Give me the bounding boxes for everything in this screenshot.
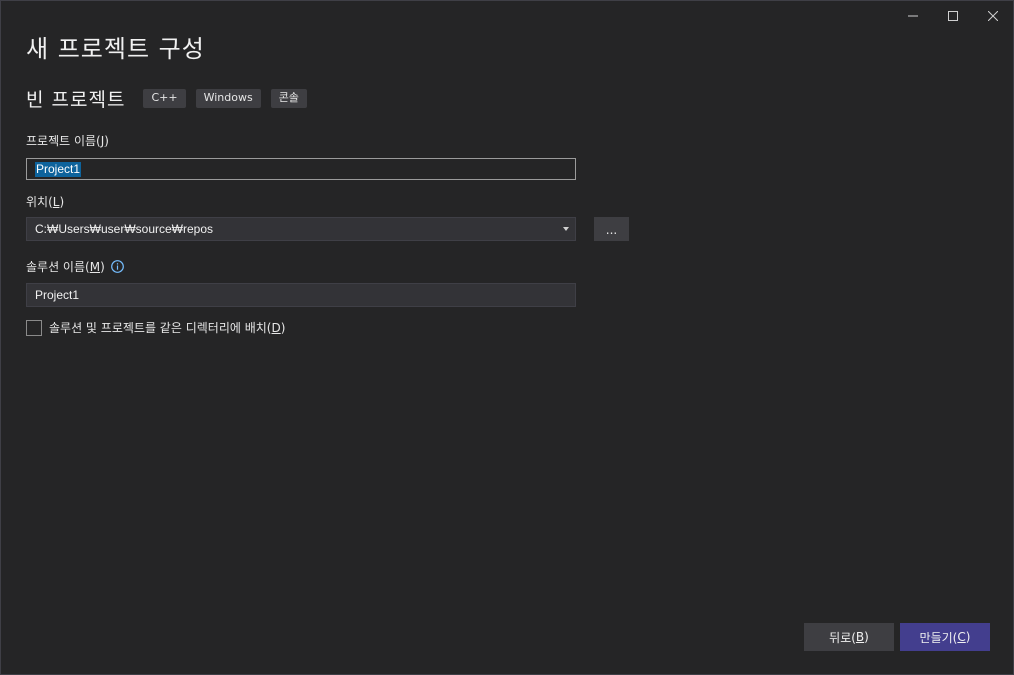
solution-name-value: Project1 [35, 288, 80, 302]
page-title: 새 프로젝트 구성 [26, 35, 205, 63]
template-name: 빈 프로젝트 [26, 89, 126, 111]
location-label: 위치(L) [26, 195, 65, 209]
project-name-input[interactable]: Project1 [26, 158, 576, 180]
chevron-down-icon[interactable] [563, 227, 569, 231]
close-button[interactable] [973, 1, 1013, 31]
browse-button[interactable]: ... [594, 217, 629, 241]
solution-name-input[interactable]: Project1 [26, 283, 576, 307]
same-directory-checkbox[interactable] [26, 319, 42, 336]
configure-project-dialog: 새 프로젝트 구성 빈 프로젝트 C++ Windows 콘솔 프로젝트 이름(… [0, 0, 1014, 675]
tag-windows: Windows [195, 89, 261, 108]
create-button[interactable]: 만들기(C) [900, 623, 990, 651]
maximize-button[interactable] [933, 1, 973, 31]
project-name-label: 프로젝트 이름(J) [26, 134, 109, 148]
tag-console: 콘솔 [270, 89, 307, 108]
template-info: 빈 프로젝트 C++ Windows 콘솔 [26, 85, 317, 112]
same-directory-option[interactable]: 솔루션 및 프로젝트를 같은 디렉터리에 배치(D) [26, 319, 285, 336]
close-icon [988, 11, 998, 21]
solution-name-label: 솔루션 이름(M) [26, 258, 124, 275]
location-combobox[interactable]: C:₩Users₩user₩source₩repos [26, 217, 576, 241]
tag-cpp: C++ [143, 89, 186, 108]
project-name-value: Project1 [35, 161, 82, 177]
minimize-icon [908, 15, 918, 17]
maximize-icon [948, 11, 958, 21]
location-value: C:₩Users₩user₩source₩repos [35, 222, 214, 236]
info-icon[interactable] [110, 260, 124, 273]
same-directory-label: 솔루션 및 프로젝트를 같은 디렉터리에 배치(D) [49, 321, 286, 335]
window-controls [893, 1, 1013, 31]
back-button[interactable]: 뒤로(B) [804, 623, 894, 651]
minimize-button[interactable] [893, 1, 933, 31]
